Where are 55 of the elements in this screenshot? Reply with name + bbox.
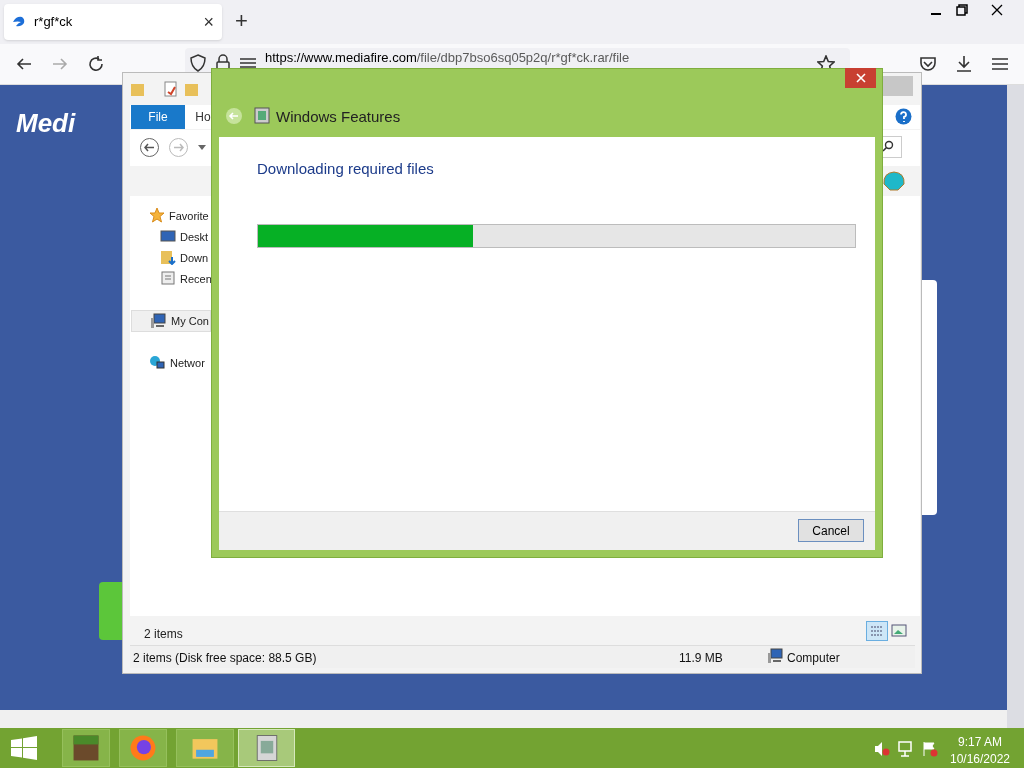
pocket-icon[interactable]	[919, 55, 937, 73]
status-size: 11.9 MB	[679, 650, 723, 667]
folder-icon	[130, 81, 146, 97]
dialog-title: Windows Features	[276, 107, 401, 127]
restore-icon[interactable]	[956, 4, 968, 16]
site-logo: Medi	[16, 107, 76, 140]
cancel-button[interactable]: Cancel	[798, 519, 864, 542]
dialog-heading: Downloading required files	[257, 159, 434, 179]
item-count: 2 items	[144, 626, 183, 643]
desktop-icon	[160, 228, 176, 244]
clock-date: 10/16/2022	[948, 751, 1012, 768]
taskbar-button[interactable]	[62, 729, 110, 767]
start-icon[interactable]	[11, 736, 37, 760]
computer-icon	[767, 648, 783, 664]
flag-icon[interactable]	[922, 741, 938, 757]
close-icon	[855, 73, 866, 83]
downloads-icon	[160, 249, 176, 265]
close-icon[interactable]	[990, 3, 1004, 17]
muted-speaker-icon[interactable]	[874, 741, 890, 757]
dropdown-icon[interactable]	[198, 145, 206, 150]
features-icon	[254, 107, 270, 124]
computer-icon	[150, 313, 166, 329]
nav-item[interactable]: Networ	[131, 352, 211, 374]
tab-title: r*gf*ck	[34, 13, 74, 32]
shield-icon[interactable]	[189, 54, 207, 72]
nav-item[interactable]: Deskt	[180, 229, 209, 246]
new-tab-button[interactable]: +	[235, 10, 248, 32]
network-icon[interactable]	[898, 741, 914, 757]
star-icon	[149, 207, 165, 223]
url-text: https://www.mediafire.com/file/dbp7bso6sq05p2q/r*gf*ck.rar/file	[265, 51, 630, 64]
flame-icon	[12, 16, 26, 28]
status-location: Computer	[787, 650, 840, 667]
search-icon	[882, 140, 894, 152]
clock-time: 9:17 AM	[957, 734, 1003, 751]
folder-icon	[184, 81, 200, 97]
help-icon[interactable]	[895, 108, 912, 125]
nav-item[interactable]: Down	[180, 250, 209, 267]
network-icon	[149, 355, 165, 371]
download-icon[interactable]	[955, 55, 973, 73]
ribbon-tab[interactable]: File	[131, 105, 185, 129]
tab-close-button[interactable]: ×	[203, 13, 214, 31]
document-icon	[164, 81, 178, 97]
nav-item[interactable]: My Con	[131, 310, 211, 332]
nav-item[interactable]: Favorite	[169, 208, 209, 225]
thumbnail-view-icon[interactable]	[891, 624, 907, 637]
reload-icon[interactable]	[87, 55, 105, 73]
recent-icon	[160, 270, 176, 286]
menu-icon[interactable]	[991, 55, 1009, 73]
browser-tab[interactable]: r*gf*ck ×	[4, 4, 222, 40]
dialog-close-button[interactable]	[845, 68, 876, 88]
status-text: 2 items (Disk free space: 88.5 GB)	[133, 650, 317, 667]
nav-item[interactable]: Recen	[180, 271, 212, 288]
back-icon[interactable]	[139, 137, 160, 158]
scrollbar[interactable]	[1007, 85, 1024, 728]
taskbar-button[interactable]	[119, 729, 167, 767]
